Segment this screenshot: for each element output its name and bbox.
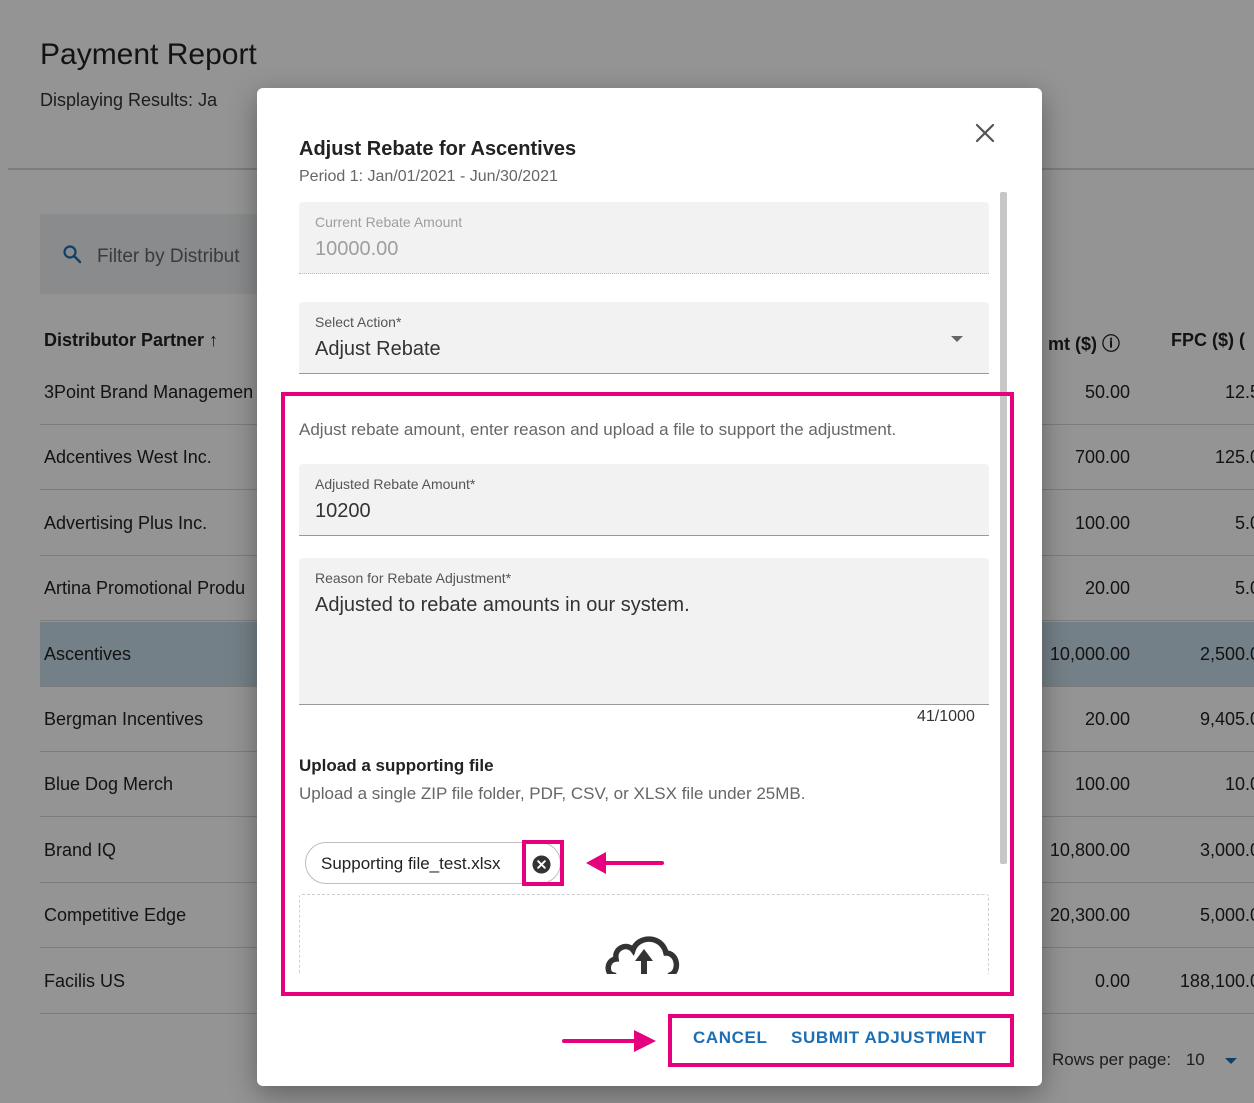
close-icon[interactable] [971, 119, 999, 147]
highlight-box-actions [668, 1014, 1014, 1067]
current-rebate-field: Current Rebate Amount 10000.00 [299, 202, 989, 274]
chevron-down-icon[interactable] [951, 336, 963, 342]
current-rebate-label: Current Rebate Amount [315, 214, 463, 230]
select-action-value: Adjust Rebate [315, 338, 441, 360]
highlight-box-adjustment-section [281, 392, 1014, 996]
arrow-icon [586, 852, 664, 874]
dialog-title: Adjust Rebate for Ascentives [299, 138, 577, 160]
highlight-box-remove-file [522, 840, 564, 886]
dialog-period: Period 1: Jan/01/2021 - Jun/30/2021 [299, 168, 558, 185]
arrow-icon [562, 1030, 656, 1052]
current-rebate-value: 10000.00 [315, 238, 399, 260]
select-action-dropdown[interactable]: Select Action* Adjust Rebate [299, 302, 989, 374]
select-action-label: Select Action* [315, 314, 402, 330]
